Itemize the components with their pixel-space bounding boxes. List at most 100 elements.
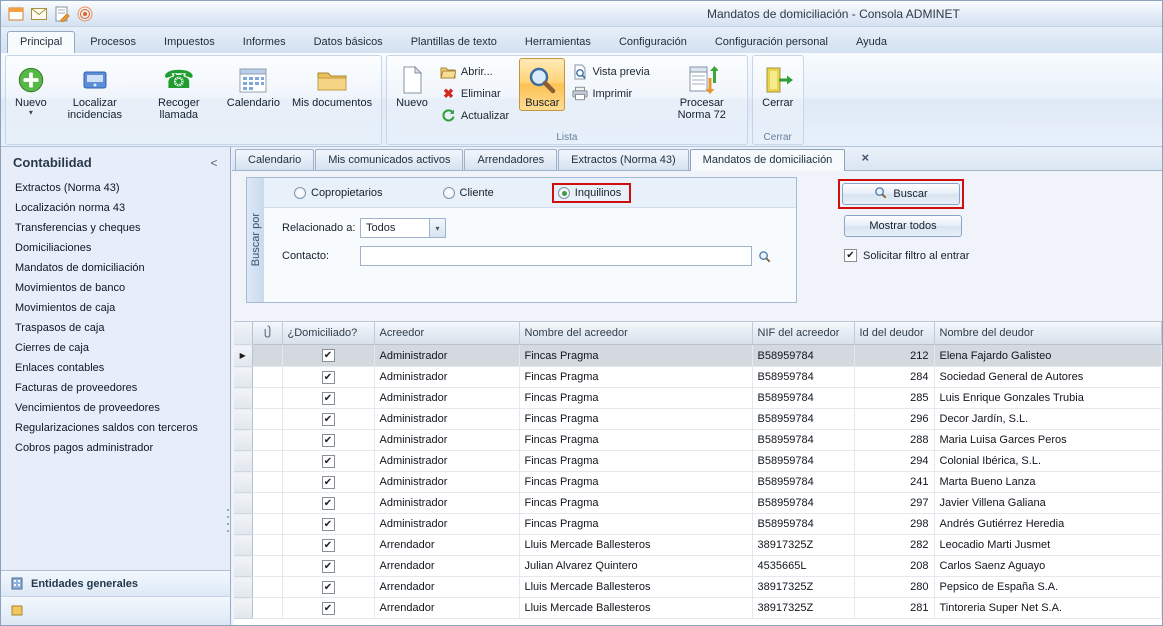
eliminar-button[interactable]: ✖ Eliminar xyxy=(436,83,517,104)
sidebar-item-regularizaciones-saldos-con-terceros[interactable]: Regularizaciones saldos con terceros xyxy=(1,418,230,438)
checked-checkbox-icon[interactable]: ✔ xyxy=(322,455,335,468)
cell-id-deudor[interactable]: 281 xyxy=(854,598,934,619)
cell-nombre-acreedor[interactable]: Lluis Mercade Ballesteros xyxy=(519,535,752,556)
cell-nombre-acreedor[interactable]: Fincas Pragma xyxy=(519,430,752,451)
cell-id-deudor[interactable]: 288 xyxy=(854,430,934,451)
cell-nif-acreedor[interactable]: B58959784 xyxy=(752,345,854,367)
sidebar-item-vencimientos-de-proveedores[interactable]: Vencimientos de proveedores xyxy=(1,398,230,418)
doc-tab-calendario[interactable]: Calendario xyxy=(235,149,314,170)
cell-nombre-deudor[interactable]: Marta Bueno Lanza xyxy=(934,472,1162,493)
chevron-down-icon[interactable]: ▾ xyxy=(429,219,445,237)
menu-tab-impuestos[interactable]: Impuestos xyxy=(151,31,228,53)
cell-attachment[interactable] xyxy=(252,409,282,430)
cell-domiciliado[interactable]: ✔ xyxy=(282,472,374,493)
checked-checkbox-icon[interactable]: ✔ xyxy=(322,539,335,552)
menu-tab-procesos[interactable]: Procesos xyxy=(77,31,149,53)
cell-nombre-deudor[interactable]: Pepsico de España S.A. xyxy=(934,577,1162,598)
checked-checkbox-icon[interactable]: ✔ xyxy=(322,349,335,362)
solicitar-filtro-checkbox[interactable]: ✔ Solicitar filtro al entrar xyxy=(844,249,969,262)
cell-acreedor[interactable]: Administrador xyxy=(374,367,519,388)
cell-domiciliado[interactable]: ✔ xyxy=(282,388,374,409)
cell-id-deudor[interactable]: 282 xyxy=(854,535,934,556)
cell-acreedor[interactable]: Administrador xyxy=(374,409,519,430)
cell-nombre-acreedor[interactable]: Lluis Mercade Ballesteros xyxy=(519,598,752,619)
cell-nombre-deudor[interactable]: Leocadio Marti Jusmet xyxy=(934,535,1162,556)
cell-nombre-deudor[interactable]: Maria Luisa Garces Peros xyxy=(934,430,1162,451)
radio-inquilinos[interactable]: Inquilinos xyxy=(558,187,621,199)
cell-nif-acreedor[interactable]: B58959784 xyxy=(752,451,854,472)
column-header-id[interactable]: Id del deudor xyxy=(854,322,934,345)
checked-checkbox-icon[interactable]: ✔ xyxy=(322,434,335,447)
column-header-deudor[interactable]: Nombre del deudor xyxy=(934,322,1162,345)
collapse-sidebar-button[interactable]: < xyxy=(206,156,222,170)
sidebar-item-extractos-norma-43[interactable]: Extractos (Norma 43) xyxy=(1,178,230,198)
cell-nombre-acreedor[interactable]: Fincas Pragma xyxy=(519,345,752,367)
cell-acreedor[interactable]: Administrador xyxy=(374,493,519,514)
table-row[interactable]: ✔AdministradorFincas PragmaB58959784285L… xyxy=(234,388,1162,409)
actualizar-button[interactable]: Actualizar xyxy=(436,105,517,126)
cell-domiciliado[interactable]: ✔ xyxy=(282,409,374,430)
sidebar-footer-partial[interactable] xyxy=(1,597,230,625)
cell-nombre-deudor[interactable]: Tintoreria Super Net S.A. xyxy=(934,598,1162,619)
checked-checkbox-icon[interactable]: ✔ xyxy=(322,560,335,573)
cell-acreedor[interactable]: Arrendador xyxy=(374,535,519,556)
row-indicator[interactable] xyxy=(234,577,252,598)
menu-tab-datos-básicos[interactable]: Datos básicos xyxy=(301,31,396,53)
row-indicator[interactable] xyxy=(234,514,252,535)
doc-tab-mandatos-de-domiciliación[interactable]: Mandatos de domiciliación xyxy=(690,149,846,171)
menu-tab-informes[interactable]: Informes xyxy=(230,31,299,53)
cell-nombre-deudor[interactable]: Elena Fajardo Galisteo xyxy=(934,345,1162,367)
table-row[interactable]: ✔ArrendadorLluis Mercade Ballesteros3891… xyxy=(234,577,1162,598)
sidebar-item-cobros-pagos-administrador[interactable]: Cobros pagos administrador xyxy=(1,438,230,458)
table-row[interactable]: ✔AdministradorFincas PragmaB58959784284S… xyxy=(234,367,1162,388)
buscar-button[interactable]: Buscar xyxy=(842,183,960,205)
table-row[interactable]: ✔ArrendadorJulian Alvarez Quintero453566… xyxy=(234,556,1162,577)
radio-cliente[interactable]: Cliente xyxy=(443,187,494,199)
menu-tab-configuración[interactable]: Configuración xyxy=(606,31,700,53)
cell-nombre-acreedor[interactable]: Fincas Pragma xyxy=(519,409,752,430)
cell-nif-acreedor[interactable]: B58959784 xyxy=(752,430,854,451)
row-indicator[interactable] xyxy=(234,598,252,619)
cell-attachment[interactable] xyxy=(252,430,282,451)
cell-domiciliado[interactable]: ✔ xyxy=(282,556,374,577)
column-header-domiciliado[interactable]: ¿Domiciliado? xyxy=(282,322,374,345)
cell-nif-acreedor[interactable]: B58959784 xyxy=(752,514,854,535)
sidebar-item-facturas-de-proveedores[interactable]: Facturas de proveedores xyxy=(1,378,230,398)
sidebar-item-domiciliaciones[interactable]: Domiciliaciones xyxy=(1,238,230,258)
cell-id-deudor[interactable]: 284 xyxy=(854,367,934,388)
cell-domiciliado[interactable]: ✔ xyxy=(282,598,374,619)
cell-nombre-acreedor[interactable]: Lluis Mercade Ballesteros xyxy=(519,577,752,598)
recoger-llamada-button[interactable]: ☎ Recoger llamada xyxy=(137,58,221,123)
cell-nombre-acreedor[interactable]: Julian Alvarez Quintero xyxy=(519,556,752,577)
cell-id-deudor[interactable]: 298 xyxy=(854,514,934,535)
row-indicator[interactable] xyxy=(234,388,252,409)
cell-id-deudor[interactable]: 297 xyxy=(854,493,934,514)
cell-id-deudor[interactable]: 212 xyxy=(854,345,934,367)
procesar-norma-72-button[interactable]: Procesar Norma 72 xyxy=(660,58,744,123)
column-header-nombre-acreedor[interactable]: Nombre del acreedor xyxy=(519,322,752,345)
cell-domiciliado[interactable]: ✔ xyxy=(282,430,374,451)
doc-tab-arrendadores[interactable]: Arrendadores xyxy=(464,149,557,170)
doc-tab-extractos-norma-43[interactable]: Extractos (Norma 43) xyxy=(558,149,689,170)
row-indicator[interactable]: ▶ xyxy=(234,345,252,367)
row-indicator[interactable] xyxy=(234,430,252,451)
cell-attachment[interactable] xyxy=(252,514,282,535)
cell-nif-acreedor[interactable]: 4535665L xyxy=(752,556,854,577)
cell-nif-acreedor[interactable]: B58959784 xyxy=(752,472,854,493)
cell-nombre-deudor[interactable]: Javier Villena Galiana xyxy=(934,493,1162,514)
cell-acreedor[interactable]: Administrador xyxy=(374,472,519,493)
checked-checkbox-icon[interactable]: ✔ xyxy=(322,413,335,426)
cell-id-deudor[interactable]: 294 xyxy=(854,451,934,472)
cell-nombre-acreedor[interactable]: Fincas Pragma xyxy=(519,367,752,388)
table-row[interactable]: ▶✔AdministradorFincas PragmaB58959784212… xyxy=(234,345,1162,367)
table-row[interactable]: ✔AdministradorFincas PragmaB58959784241M… xyxy=(234,472,1162,493)
cell-attachment[interactable] xyxy=(252,367,282,388)
menu-tab-principal[interactable]: Principal xyxy=(7,31,75,53)
table-row[interactable]: ✔AdministradorFincas PragmaB58959784298A… xyxy=(234,514,1162,535)
row-indicator[interactable] xyxy=(234,472,252,493)
row-indicator[interactable] xyxy=(234,451,252,472)
table-row[interactable]: ✔ArrendadorLluis Mercade Ballesteros3891… xyxy=(234,535,1162,556)
contacto-input[interactable] xyxy=(360,246,752,266)
app-icon[interactable] xyxy=(7,5,25,23)
cell-domiciliado[interactable]: ✔ xyxy=(282,345,374,367)
